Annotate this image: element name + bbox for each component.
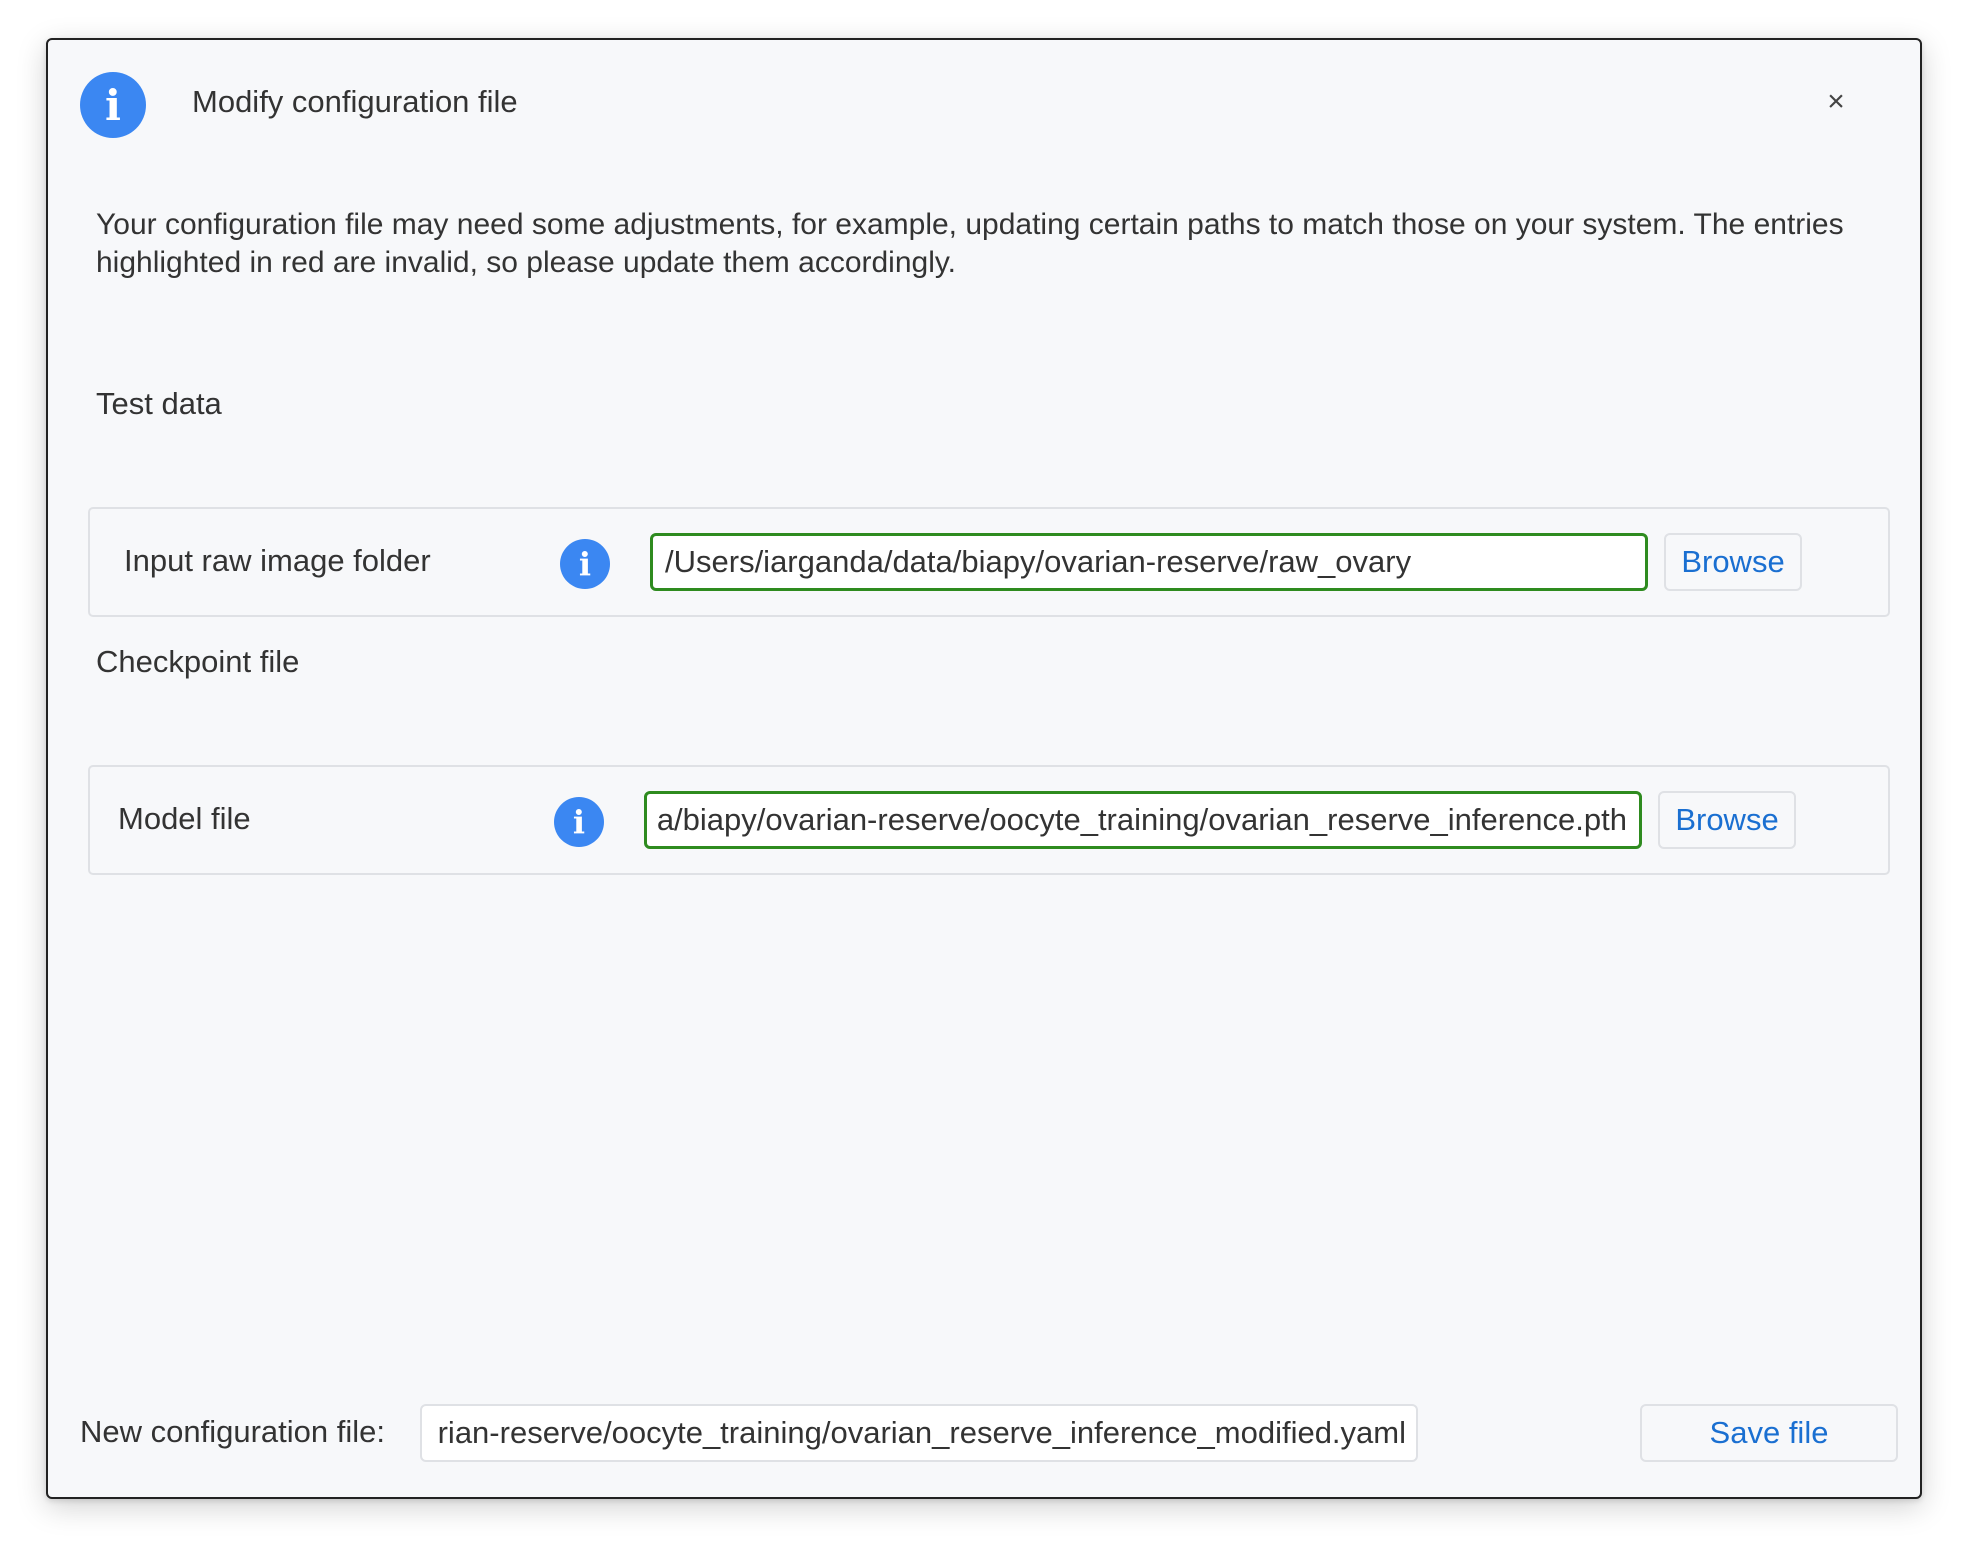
browse-raw-image-folder-button[interactable]: Browse [1664,533,1802,591]
model-file-label: Model file [118,801,251,836]
info-icon[interactable]: i [554,797,604,847]
new-config-file-label: New configuration file: [80,1414,385,1449]
browse-model-file-button[interactable]: Browse [1658,791,1796,849]
new-config-file-field[interactable]: rian-reserve/oocyte_training/ovarian_res… [420,1404,1418,1462]
test-data-panel: Input raw image folder i /Users/iarganda… [88,507,1890,617]
input-raw-image-folder-field[interactable]: /Users/iarganda/data/biapy/ovarian-reser… [650,533,1648,591]
dialog-title: Modify configuration file [192,84,518,119]
save-file-button[interactable]: Save file [1640,1404,1898,1462]
dialog-description: Your configuration file may need some ad… [96,208,1844,279]
model-file-field[interactable]: a/biapy/ovarian-reserve/oocyte_training/… [644,791,1642,849]
input-raw-image-folder-label: Input raw image folder [124,543,431,578]
close-button[interactable]: × [1818,84,1854,120]
section-title-checkpoint-file: Checkpoint file [96,644,300,679]
section-title-test-data: Test data [96,386,222,421]
info-icon: i [80,72,146,138]
checkpoint-file-panel: Model file i a/biapy/ovarian-reserve/ooc… [88,765,1890,875]
modify-config-dialog: i Modify configuration file × Your confi… [46,38,1922,1499]
info-icon[interactable]: i [560,539,610,589]
